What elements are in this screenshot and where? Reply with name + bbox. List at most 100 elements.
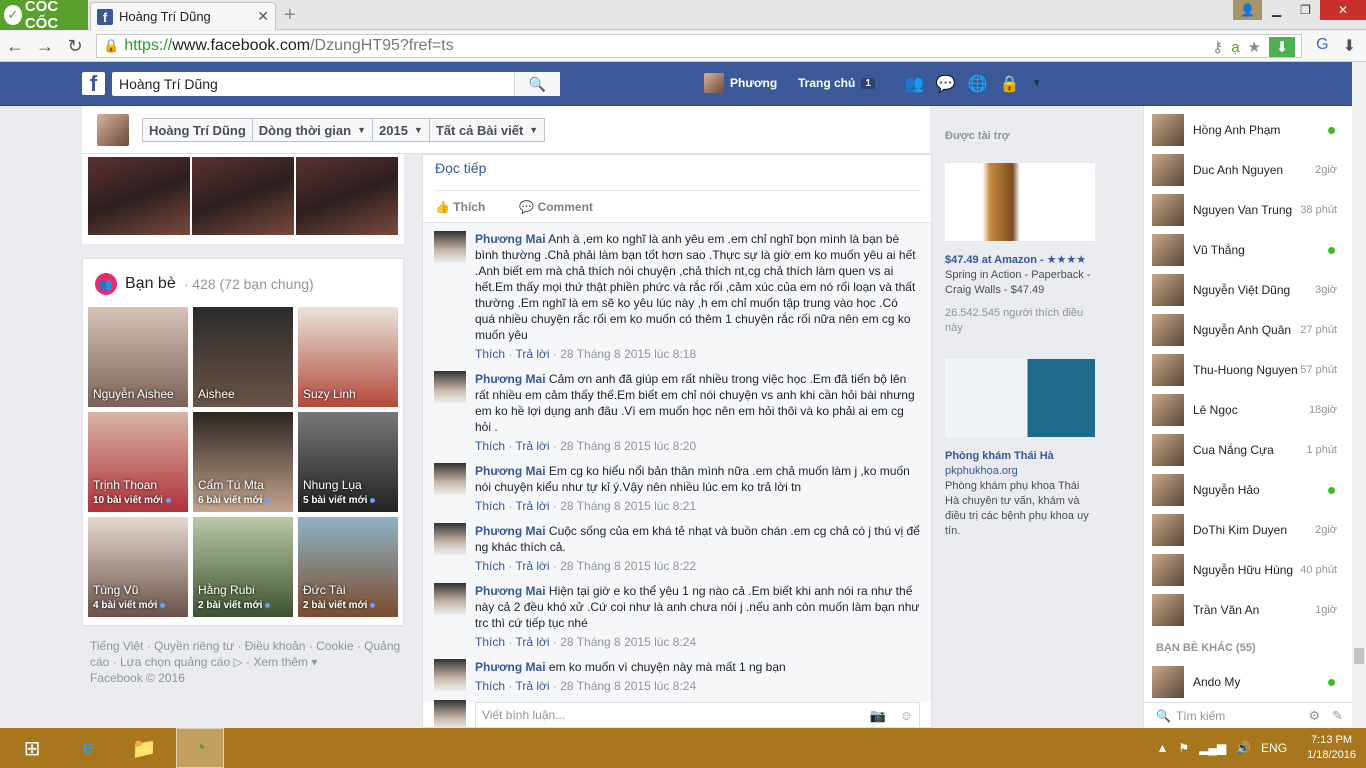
comment-input[interactable]: Viết bình luận... 📷 ☺: [475, 702, 920, 728]
notifications-globe-icon[interactable]: 🌐: [968, 74, 988, 94]
ad-amazon[interactable]: $47.49 at Amazon - ★★★★ Spring in Action…: [945, 163, 1095, 336]
comment-author[interactable]: Phương Mai: [475, 660, 546, 674]
coccoc-menu-button[interactable]: ✓ CỐC CỐC: [0, 0, 88, 32]
ad-image[interactable]: [945, 359, 1095, 437]
tray-expand-icon[interactable]: ▲: [1156, 741, 1168, 755]
scrollbar-thumb[interactable]: [1354, 648, 1364, 664]
page-scrollbar[interactable]: [1352, 62, 1366, 728]
browser-tab[interactable]: f Hoàng Trí Dũng ✕: [90, 2, 276, 30]
like-button[interactable]: 👍 Thích: [435, 200, 485, 214]
ad-site[interactable]: pkphukhoa.org: [945, 464, 1095, 479]
user-profile-icon[interactable]: 👤: [1233, 0, 1262, 20]
comment-time[interactable]: 28 Tháng 8 2015 lúc 8:24: [560, 679, 696, 693]
friend-requests-icon[interactable]: 👥: [904, 74, 924, 94]
chat-contact[interactable]: Nguyễn Anh Quân 27 phút: [1152, 310, 1347, 350]
comment-time[interactable]: 28 Tháng 8 2015 lúc 8:20: [560, 439, 696, 453]
home-link[interactable]: Trang chủ 1: [798, 76, 875, 90]
bookmark-star-icon[interactable]: ★: [1248, 38, 1261, 56]
crumb-year[interactable]: 2015 ▼: [373, 119, 430, 141]
chat-search-input[interactable]: 🔍 Tìm kiếm ⚙ ✎: [1144, 702, 1353, 728]
crumb-timeline[interactable]: Dòng thời gian ▼: [253, 119, 373, 141]
footer-links[interactable]: Tiếng Việt · Quyền riêng tư · Điều khoản…: [90, 638, 408, 670]
chat-contact[interactable]: Nguyễn Hữu Hùng 40 phút: [1152, 550, 1347, 590]
chat-contact[interactable]: DoThi Kim Duyen 2giờ: [1152, 510, 1347, 550]
chat-contact[interactable]: Vũ Thắng: [1152, 230, 1347, 270]
comment-time[interactable]: 28 Tháng 8 2015 lúc 8:21: [560, 499, 696, 513]
clock[interactable]: 7:13 PM 1/18/2016: [1307, 733, 1356, 763]
friend-tile[interactable]: Nguyễn Aishee: [88, 307, 188, 407]
comment-reply-link[interactable]: Trả lời: [515, 635, 549, 649]
chat-contact[interactable]: Nguyễn Việt Dũng 3giờ: [1152, 270, 1347, 310]
ad-title[interactable]: Phòng khám Thái Hà: [945, 449, 1095, 464]
back-icon[interactable]: ←: [0, 36, 30, 57]
chat-contact[interactable]: Duc Anh Nguyen 2giờ: [1152, 150, 1347, 190]
comment-reply-link[interactable]: Trả lời: [515, 499, 549, 513]
avatar[interactable]: [434, 371, 466, 403]
language-indicator[interactable]: ENG: [1261, 741, 1287, 755]
comment-like-link[interactable]: Thích: [475, 499, 505, 513]
ad-title[interactable]: $47.49 at Amazon - ★★★★: [945, 253, 1095, 268]
menu-icon[interactable]: ⬇: [1343, 36, 1356, 56]
chat-contact[interactable]: Ando My: [1152, 662, 1347, 702]
profile-link[interactable]: Phương: [704, 73, 777, 93]
messages-icon[interactable]: 💬: [936, 74, 956, 94]
reload-icon[interactable]: ↻: [60, 36, 90, 57]
comment-like-link[interactable]: Thích: [475, 347, 505, 361]
emoji-icon[interactable]: ☺: [900, 708, 913, 724]
friend-tile[interactable]: Nhung Lụa 5 bài viết mới: [298, 412, 398, 512]
avatar[interactable]: [434, 659, 466, 691]
search-icon[interactable]: 🔍: [514, 72, 560, 96]
avatar[interactable]: [434, 463, 466, 495]
chat-contact[interactable]: Hồng Anh Phạm: [1152, 110, 1347, 150]
friend-tile[interactable]: Suzy Linh: [298, 307, 398, 407]
photo-thumb[interactable]: [296, 157, 398, 235]
ad-image[interactable]: [945, 163, 1095, 241]
coccoc-taskbar-icon[interactable]: ◔: [176, 728, 224, 768]
comment-reply-link[interactable]: Trả lời: [515, 559, 549, 573]
read-more-link[interactable]: Đọc tiếp: [435, 160, 486, 176]
search-input[interactable]: Hoàng Trí Dũng 🔍: [112, 72, 560, 96]
friend-tile[interactable]: Trịnh Thoan 10 bài viết mới: [88, 412, 188, 512]
friends-title[interactable]: Bạn bè: [125, 275, 176, 293]
avatar[interactable]: [434, 583, 466, 615]
volume-icon[interactable]: 🔊: [1236, 741, 1251, 755]
crumb-filter[interactable]: Tất cả Bài viết ▼: [430, 119, 544, 141]
comment-reply-link[interactable]: Trả lời: [515, 347, 549, 361]
address-bar[interactable]: 🔒 https://www.facebook.com/DzungHT95?fre…: [96, 34, 1302, 58]
chat-contact[interactable]: Thu-Huong Nguyen 57 phút: [1152, 350, 1347, 390]
close-window-button[interactable]: ✕: [1320, 0, 1366, 20]
privacy-shortcuts-icon[interactable]: 🔒: [1000, 74, 1020, 94]
crumb-name[interactable]: Hoàng Trí Dũng: [143, 119, 253, 141]
friend-tile[interactable]: Tùng Vũ 4 bài viết mới: [88, 517, 188, 617]
comment-like-link[interactable]: Thích: [475, 439, 505, 453]
camera-icon[interactable]: 📷: [870, 708, 886, 724]
comment-like-link[interactable]: Thích: [475, 559, 505, 573]
comment-time[interactable]: 28 Tháng 8 2015 lúc 8:24: [560, 635, 696, 649]
download-video-icon[interactable]: ⬇: [1269, 37, 1295, 57]
comment-author[interactable]: Phương Mai: [475, 524, 546, 538]
chat-contact[interactable]: Trần Văn An 1giờ: [1152, 590, 1347, 630]
friend-tile[interactable]: Cẩm Tú Mta 6 bài viết mới: [193, 412, 293, 512]
coccoc-translate-icon[interactable]: ạ: [1231, 39, 1239, 56]
file-explorer-icon[interactable]: 📁: [120, 728, 168, 768]
chat-contact[interactable]: Nguyễn Hảo: [1152, 470, 1347, 510]
comment-button[interactable]: 💬 Comment: [519, 200, 593, 214]
start-button-icon[interactable]: ⊞: [8, 728, 56, 768]
minimize-button[interactable]: ▁: [1262, 0, 1291, 20]
comment-reply-link[interactable]: Trả lời: [515, 679, 549, 693]
compose-icon[interactable]: ✎: [1332, 708, 1343, 724]
close-tab-icon[interactable]: ✕: [257, 8, 269, 25]
chat-contact[interactable]: Nguyen Van Trung 38 phút: [1152, 190, 1347, 230]
comment-time[interactable]: 28 Tháng 8 2015 lúc 8:18: [560, 347, 696, 361]
translate-icon[interactable]: G: [1316, 36, 1328, 56]
comment-author[interactable]: Phương Mai: [475, 464, 546, 478]
comment-time[interactable]: 28 Tháng 8 2015 lúc 8:22: [560, 559, 696, 573]
network-icon[interactable]: ▂▄▆: [1199, 741, 1226, 755]
action-center-icon[interactable]: ⚑: [1178, 741, 1189, 755]
new-tab-button[interactable]: +: [284, 4, 296, 27]
comment-reply-link[interactable]: Trả lời: [515, 439, 549, 453]
friend-tile[interactable]: Đức Tài 2 bài viết mới: [298, 517, 398, 617]
comment-author[interactable]: Phương Mai: [475, 584, 546, 598]
gear-icon[interactable]: ⚙: [1308, 708, 1320, 724]
comment-author[interactable]: Phương Mai: [475, 372, 546, 386]
